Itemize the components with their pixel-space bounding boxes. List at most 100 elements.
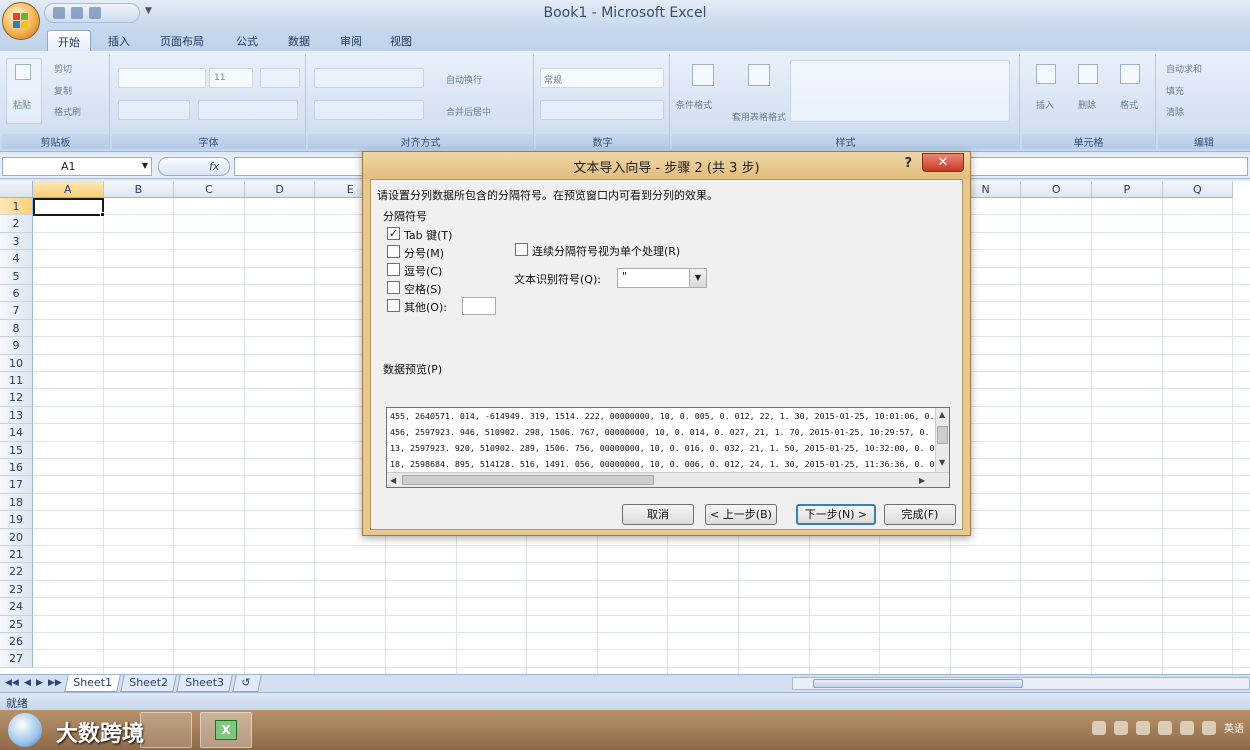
tab-data[interactable]: 数据 [278,30,320,51]
row-header[interactable]: 5 [0,267,33,285]
tab-page-layout[interactable]: 页面布局 [150,30,214,51]
scroll-up-icon[interactable]: ▲ [939,410,945,419]
wrap-text-button[interactable]: 自动换行 [446,73,482,86]
row-header[interactable]: 3 [0,232,33,251]
chevron-down-icon[interactable]: ▼ [689,269,706,287]
select-all-corner[interactable] [0,181,33,198]
tab-checkbox[interactable]: ✓ [387,227,400,240]
tab-insert[interactable]: 插入 [98,30,140,51]
font-grow-button[interactable] [260,68,300,88]
preview-horizontal-thumb[interactable] [402,475,654,485]
row-header[interactable]: 15 [0,441,33,459]
horizontal-scrollbar[interactable] [792,677,1250,690]
tab-review[interactable]: 审阅 [330,30,372,51]
format-as-table-button[interactable]: 套用表格格式 [732,110,786,123]
other-checkbox[interactable] [387,299,400,312]
volume-icon[interactable] [1202,720,1216,735]
row-header[interactable]: 18 [0,493,33,512]
row-header[interactable]: 22 [0,563,33,581]
scroll-right-icon[interactable]: ▶ [919,476,925,485]
insert-cells-button[interactable]: 插入 [1036,98,1054,111]
prev-sheet-icon[interactable]: ◀ [24,678,31,688]
cut-button[interactable]: 剪切 [54,62,72,75]
row-header[interactable]: 13 [0,406,33,425]
help-icon[interactable]: ? [904,156,912,171]
scroll-thumb[interactable] [813,679,1023,688]
comma-checkbox[interactable] [387,263,400,276]
space-checkbox[interactable] [387,281,400,294]
next-button[interactable]: 下一步(N) > [796,504,876,525]
last-sheet-icon[interactable]: ▶▶ [48,678,62,688]
tray-icon[interactable] [1136,720,1150,735]
network-icon[interactable] [1158,720,1172,735]
data-preview-box[interactable]: 455, 2640571. 014, -614949. 319, 1514. 2… [386,407,950,488]
preview-vertical-thumb[interactable] [937,426,948,444]
row-header[interactable]: 9 [0,337,33,355]
tab-formulas[interactable]: 公式 [226,30,268,51]
back-button[interactable]: < 上一步(B) [705,504,777,525]
row-header[interactable]: 19 [0,511,33,529]
sheet-tab-sheet1[interactable]: Sheet1 [64,675,121,692]
format-painter-button[interactable]: 格式刷 [54,105,81,118]
row-header[interactable]: 26 [0,633,33,651]
row-header[interactable]: 25 [0,615,33,633]
tab-home[interactable]: 开始 [47,30,91,51]
border-fill-color-buttons[interactable] [198,100,298,120]
copy-button[interactable]: 复制 [54,84,72,97]
scroll-left-icon[interactable]: ◀ [390,476,396,485]
row-header[interactable]: 6 [0,285,33,303]
row-header[interactable]: 11 [0,372,33,390]
taskbar-app-window[interactable] [140,712,192,748]
row-header[interactable]: 16 [0,459,33,477]
cancel-button[interactable]: 取消 [622,504,694,525]
row-header[interactable]: 2 [0,215,33,233]
row-header[interactable]: 24 [0,598,33,616]
first-sheet-icon[interactable]: ◀◀ [5,678,19,688]
office-button[interactable] [2,2,40,40]
taskbar-excel[interactable]: X [200,712,252,748]
semicolon-checkbox[interactable] [387,245,400,258]
row-header[interactable]: 8 [0,319,33,338]
tray-icon[interactable] [1092,720,1106,735]
start-button[interactable] [8,713,42,747]
column-header[interactable]: Q [1162,181,1234,198]
vertical-align-buttons[interactable] [314,68,424,88]
name-box-dropdown-icon[interactable]: ▼ [142,161,148,170]
language-indicator[interactable]: 英语 [1224,720,1244,735]
text-qualifier-select[interactable]: " ▼ [617,268,707,288]
row-header[interactable]: 27 [0,650,33,668]
sheet-tab-sheet3[interactable]: Sheet3 [176,675,233,692]
column-header[interactable]: D [244,181,316,198]
active-cell[interactable] [33,198,105,217]
row-header[interactable]: 4 [0,250,33,268]
number-format-buttons[interactable] [540,100,664,120]
fill-button[interactable]: 填充 [1166,84,1184,97]
row-header[interactable]: 23 [0,580,33,599]
row-header[interactable]: 14 [0,424,33,442]
sheet-tab-sheet2[interactable]: Sheet2 [120,675,177,692]
column-header[interactable]: P [1092,181,1163,198]
row-header[interactable]: 21 [0,546,33,564]
column-header[interactable]: C [174,181,245,198]
next-sheet-icon[interactable]: ▶ [36,678,43,688]
horizontal-align-buttons[interactable] [314,100,424,120]
insert-sheet-tab[interactable]: ↺ [232,675,262,692]
row-header[interactable]: 17 [0,476,33,494]
consecutive-delimiters-checkbox[interactable] [515,243,528,256]
delete-cells-button[interactable]: 删除 [1078,98,1096,111]
clear-button[interactable]: 清除 [1166,105,1184,118]
scroll-down-icon[interactable]: ▼ [939,458,945,467]
flag-icon[interactable] [1180,720,1194,735]
row-header[interactable]: 20 [0,528,33,546]
other-delimiter-input[interactable] [462,297,496,315]
column-header[interactable]: B [103,181,175,198]
conditional-format-button[interactable]: 条件格式 [676,98,712,111]
tab-view[interactable]: 视图 [380,30,422,51]
preview-horizontal-scrollbar[interactable]: ◀ ▶ [387,472,949,487]
column-header[interactable]: A [33,181,104,198]
name-box[interactable]: A1 ▼ [2,157,152,176]
row-header[interactable]: 10 [0,354,33,372]
format-cells-button[interactable]: 格式 [1120,98,1138,111]
merge-center-button[interactable]: 合并后居中 [446,105,491,118]
fill-handle[interactable] [100,212,105,217]
